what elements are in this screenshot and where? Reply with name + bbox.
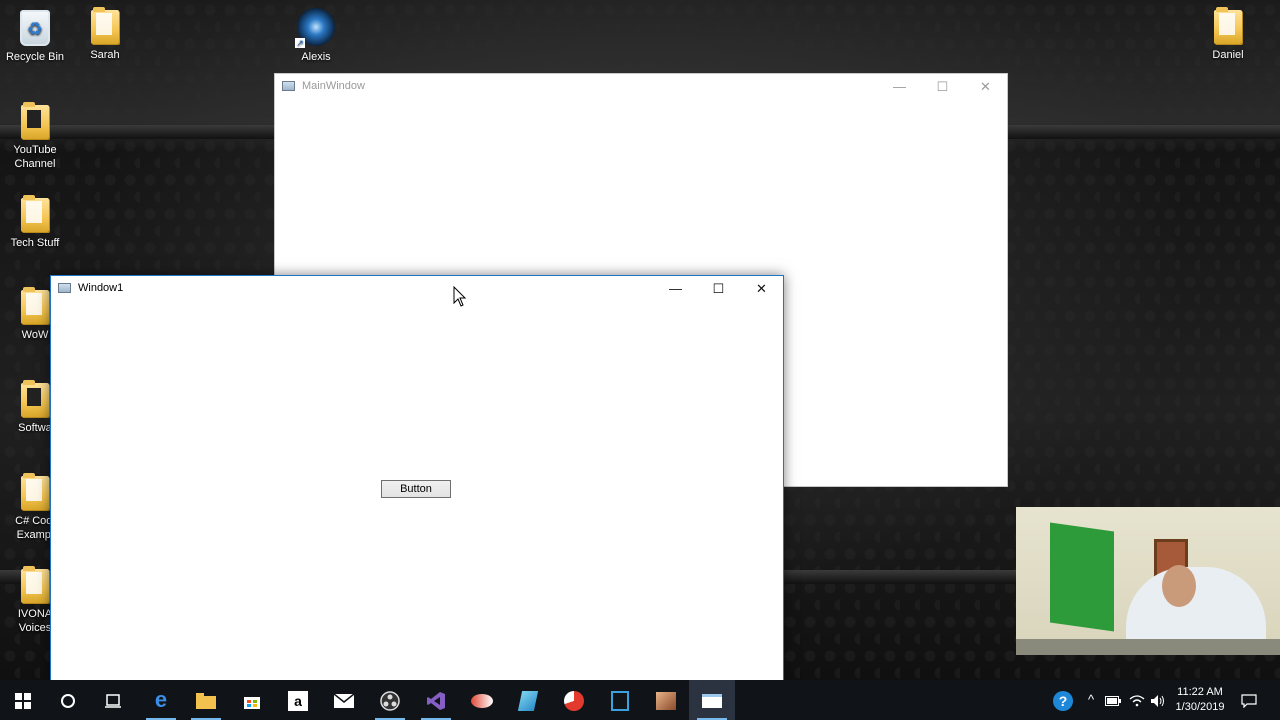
desktop-icon-sarah[interactable]: Sarah (70, 7, 140, 62)
app-icon-2[interactable] (505, 680, 551, 720)
desktop-icon-label: Tech Stuff (10, 237, 60, 249)
chevron-up-icon[interactable]: ^ (1082, 680, 1100, 720)
maximize-button[interactable]: ☐ (921, 74, 964, 100)
clock-time: 11:22 AM (1177, 686, 1223, 698)
desktop-icon-label: IVONA Voices (17, 608, 53, 634)
clock-date: 1/30/2019 (1175, 701, 1225, 713)
folder-icon (91, 7, 119, 44)
mail-icon[interactable] (321, 680, 367, 720)
app-icon-1[interactable] (459, 680, 505, 720)
mouse-cursor-icon (453, 286, 467, 307)
taskbar: e a ? ^ 11:22 AM 1/30/2019 (0, 680, 1280, 720)
windows-logo-icon[interactable] (0, 680, 46, 720)
window1-titlebar[interactable]: Window1 — ☐ ✕ (51, 276, 783, 302)
window1[interactable]: Window1 — ☐ ✕ Button (50, 275, 784, 682)
folder-icon (1214, 7, 1242, 44)
wifi-icon[interactable] (1126, 680, 1148, 720)
folder-icon (21, 102, 49, 139)
folder-icon (21, 566, 49, 603)
folder-icon (21, 380, 49, 417)
webcam-overlay (1016, 507, 1280, 655)
amazon-icon[interactable]: a (275, 680, 321, 720)
battery-icon[interactable] (1102, 680, 1124, 720)
task-view-icon[interactable] (90, 680, 136, 720)
window1-title: Window1 (78, 282, 124, 294)
obs-icon[interactable] (367, 680, 413, 720)
window-app-icon (282, 81, 295, 91)
window1-button[interactable]: Button (381, 480, 451, 498)
main-window-title: MainWindow (302, 80, 365, 92)
desktop-icon-recycle-bin[interactable]: ♻ Recycle Bin (0, 10, 70, 64)
help-icon[interactable]: ? (1050, 680, 1076, 720)
taskbar-clock[interactable]: 11:22 AM 1/30/2019 (1170, 685, 1230, 715)
desktop-icon-label: Alexis (301, 51, 331, 63)
cortana-search-icon[interactable] (45, 680, 91, 720)
window-app-icon (58, 283, 71, 293)
visual-studio-icon[interactable] (413, 680, 459, 720)
store-icon[interactable] (229, 680, 275, 720)
desktop-icon-youtube-channel[interactable]: YouTube Channel (0, 102, 70, 171)
edge-icon[interactable]: e (138, 680, 184, 720)
app-icon-3[interactable] (551, 680, 597, 720)
action-center-icon[interactable] (1234, 680, 1264, 720)
desktop-icon-alexis[interactable]: ↗ Alexis (281, 8, 351, 64)
desktop-icon-label: YouTube Channel (13, 144, 57, 170)
folder-icon (21, 473, 49, 510)
folder-icon (21, 195, 49, 232)
desktop-icon-label: Daniel (1212, 49, 1244, 61)
close-button[interactable]: ✕ (740, 276, 783, 302)
maximize-button[interactable]: ☐ (697, 276, 740, 302)
desktop-icon-label: Sarah (90, 49, 120, 61)
close-button[interactable]: ✕ (964, 74, 1007, 100)
app-icon-4[interactable] (597, 680, 643, 720)
file-explorer-icon[interactable] (183, 680, 229, 720)
person-head (1162, 565, 1196, 607)
main-window-titlebar[interactable]: MainWindow — ☐ ✕ (275, 74, 1007, 100)
minimize-button[interactable]: — (654, 276, 697, 302)
green-screen (1050, 522, 1114, 632)
desktop-icon-daniel[interactable]: Daniel (1193, 7, 1263, 62)
desktop-icon-tech-stuff[interactable]: Tech Stuff (0, 195, 70, 250)
wpf-app-icon[interactable] (689, 680, 735, 720)
recycle-bin-icon: ♻ (20, 10, 50, 46)
folder-icon (21, 287, 49, 324)
desk (1016, 639, 1280, 655)
volume-icon[interactable] (1148, 680, 1168, 720)
app-icon-5[interactable] (643, 680, 689, 720)
alexis-app-icon: ↗ (295, 8, 335, 48)
minimize-button[interactable]: — (878, 74, 921, 100)
desktop-icon-label: Recycle Bin (5, 51, 65, 63)
